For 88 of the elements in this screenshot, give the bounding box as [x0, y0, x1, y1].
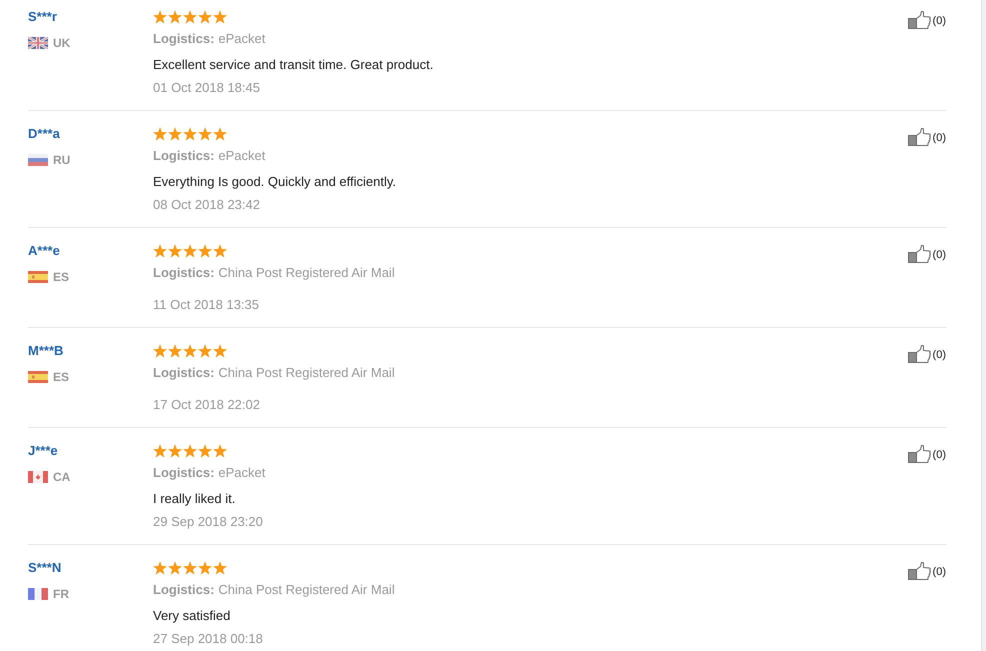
review-comment: Excellent service and transit time. Great product.: [153, 57, 434, 73]
flag-icon: [28, 37, 48, 49]
star-icon: [198, 344, 212, 358]
star-icon: [153, 127, 167, 141]
star-icon: [183, 244, 197, 258]
logistics-label: Logistics:: [153, 465, 214, 481]
star-icon: [213, 561, 227, 575]
helpful-button[interactable]: (0): [908, 345, 946, 363]
reviewer-name: J***e: [28, 443, 58, 459]
helpful-count: (0): [932, 248, 946, 263]
review-date: 27 Sep 2018 00:18: [153, 631, 263, 647]
star-icon: [168, 444, 182, 458]
star-icon: [198, 444, 212, 458]
star-icon: [198, 244, 212, 258]
country-code: UK: [53, 35, 70, 51]
country-code: ES: [53, 269, 70, 285]
star-icon: [213, 244, 227, 258]
country-code: RU: [53, 152, 70, 168]
review-date: 17 Oct 2018 22:02: [153, 397, 260, 413]
star-icon: [198, 561, 212, 575]
thumbs-up-icon: [908, 445, 931, 463]
star-icon: [168, 127, 182, 141]
star-icon: [198, 10, 212, 24]
helpful-button[interactable]: (0): [908, 245, 946, 263]
country-code: FR: [53, 586, 69, 602]
logistics-label: Logistics:: [153, 365, 214, 381]
review-comment: I really liked it.: [153, 491, 236, 507]
country-code: CA: [53, 469, 70, 485]
star-icon: [183, 444, 197, 458]
helpful-count: (0): [932, 131, 946, 146]
review-date: 01 Oct 2018 18:45: [153, 80, 260, 96]
logistics-method: ePacket: [218, 31, 266, 47]
star-icon: [198, 127, 212, 141]
logistics-method: ePacket: [218, 465, 266, 481]
reviewer-name: A***e: [28, 243, 60, 259]
reviewer-name: M***B: [28, 343, 64, 359]
star-icon: [183, 344, 197, 358]
logistics-method: China Post Registered Air Mail: [218, 582, 395, 598]
flag-icon: [28, 588, 48, 600]
helpful-count: (0): [932, 448, 946, 463]
thumbs-up-icon: [908, 245, 931, 263]
helpful-button[interactable]: (0): [908, 445, 946, 463]
country-code: ES: [53, 369, 70, 385]
helpful-count: (0): [932, 348, 946, 363]
star-icon: [183, 127, 197, 141]
star-icon: [153, 561, 167, 575]
star-icon: [153, 244, 167, 258]
logistics-label: Logistics:: [153, 31, 214, 47]
review-date: 29 Sep 2018 23:20: [153, 514, 263, 530]
thumbs-up-icon: [908, 345, 931, 363]
flag-icon: [28, 154, 48, 166]
helpful-button[interactable]: (0): [908, 562, 946, 580]
thumbs-up-icon: [908, 128, 931, 146]
reviewer-name: D***a: [28, 126, 60, 142]
star-icon: [183, 10, 197, 24]
flag-icon: [28, 271, 48, 283]
star-icon: [168, 244, 182, 258]
star-icon: [183, 561, 197, 575]
flag-icon: [28, 371, 48, 383]
star-icon: [213, 127, 227, 141]
logistics-label: Logistics:: [153, 582, 214, 598]
star-icon: [153, 444, 167, 458]
thumbs-up-icon: [908, 562, 931, 580]
review-comment: Very satisfied: [153, 608, 230, 624]
flag-icon: [28, 471, 48, 483]
star-icon: [153, 344, 167, 358]
review-date: 08 Oct 2018 23:42: [153, 197, 260, 213]
thumbs-up-icon: [908, 11, 931, 29]
logistics-label: Logistics:: [153, 148, 214, 164]
star-icon: [168, 561, 182, 575]
logistics-method: ePacket: [218, 148, 266, 164]
logistics-method: China Post Registered Air Mail: [218, 265, 395, 281]
logistics-label: Logistics:: [153, 265, 214, 281]
star-icon: [213, 444, 227, 458]
star-icon: [213, 10, 227, 24]
star-icon: [213, 344, 227, 358]
star-icon: [168, 344, 182, 358]
star-icon: [153, 10, 167, 24]
review-date: 11 Oct 2018 13:35: [153, 297, 260, 313]
helpful-button[interactable]: (0): [908, 11, 946, 29]
helpful-count: (0): [932, 14, 946, 29]
helpful-count: (0): [932, 565, 946, 580]
helpful-button[interactable]: (0): [908, 128, 946, 146]
logistics-method: China Post Registered Air Mail: [218, 365, 395, 381]
review-comment: Everything Is good. Quickly and efficiently.: [153, 174, 396, 190]
star-icon: [168, 10, 182, 24]
reviewer-name: S***N: [28, 560, 62, 576]
reviewer-name: S***r: [28, 9, 57, 25]
